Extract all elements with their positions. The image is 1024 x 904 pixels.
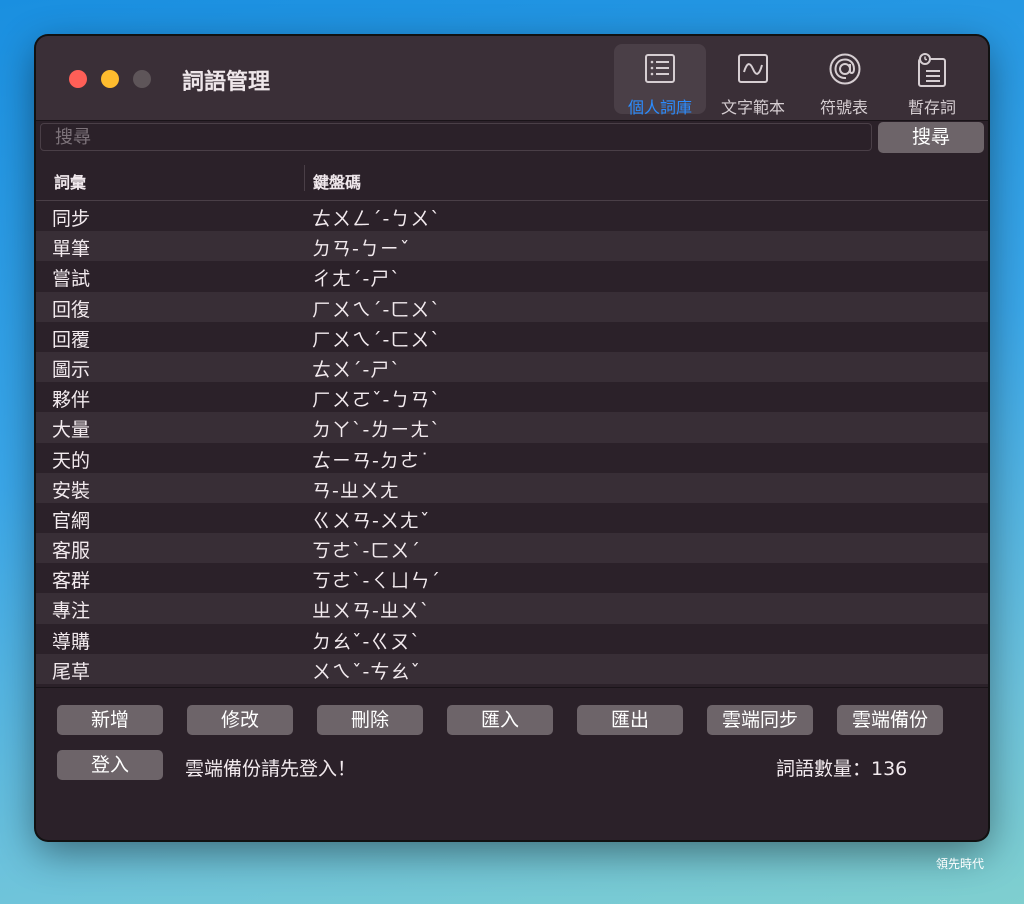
tab-label: 文字範本 bbox=[720, 98, 785, 117]
clipboard-clock-icon bbox=[918, 53, 946, 87]
word-cell: 單筆 bbox=[52, 238, 91, 261]
at-sign-icon bbox=[829, 53, 861, 85]
table-row[interactable]: 天的 ㄊㄧㄢ-ㄉㄜ˙ bbox=[36, 442, 988, 473]
zoom-window-button[interactable] bbox=[133, 70, 151, 88]
export-button[interactable]: 匯出 bbox=[577, 705, 683, 735]
table-row[interactable]: 嘗試 ㄔㄤˊ-ㄕˋ bbox=[36, 261, 988, 292]
keycode-cell: ㄊㄧㄢ-ㄉㄜ˙ bbox=[312, 449, 431, 472]
cloud-backup-button[interactable]: 雲端備份 bbox=[837, 705, 943, 735]
watermark-text: 領先時代 bbox=[936, 857, 985, 871]
word-cell: 客服 bbox=[52, 540, 91, 563]
tab-text-templates[interactable]: 文字範本 bbox=[707, 44, 799, 117]
import-button[interactable]: 匯入 bbox=[447, 705, 553, 735]
keycode-cell: ㄉㄚˋ-ㄌㄧㄤˋ bbox=[312, 419, 441, 442]
word-count: 詞語數量：136 bbox=[776, 758, 908, 780]
tab-personal-dictionary[interactable]: 個人詞庫 bbox=[614, 44, 706, 117]
word-cell: 尾草 bbox=[52, 660, 91, 683]
word-cell: 回覆 bbox=[52, 328, 91, 351]
table-row[interactable]: 客群 ㄎㄜˋ-ㄑㄩㄣˊ bbox=[36, 563, 988, 594]
tab-label: 符號表 bbox=[819, 98, 868, 117]
keycode-cell: ㄏㄨㄛˇ-ㄅㄢˋ bbox=[312, 389, 441, 412]
search-input[interactable] bbox=[40, 123, 872, 151]
keycode-cell: ㄨㄟˇ-ㄘㄠˇ bbox=[312, 660, 421, 683]
titlebar: 詞語管理 個人詞庫 文字範本 符號表 暫存詞 bbox=[36, 36, 988, 121]
table-row[interactable]: 客服 ㄎㄜˋ-ㄈㄨˊ bbox=[36, 533, 988, 564]
keycode-cell: ㄏㄨㄟˊ-ㄈㄨˋ bbox=[312, 328, 441, 351]
word-cell: 嘗試 bbox=[52, 268, 91, 291]
keycode-cell: ㄊㄨㄥˊ-ㄅㄨˋ bbox=[312, 208, 441, 230]
keycode-cell: ㄉㄠˇ-ㄍㄡˋ bbox=[312, 630, 421, 653]
keycode-cell: ㄎㄜˋ-ㄈㄨˊ bbox=[312, 540, 421, 563]
keycode-cell: ㄎㄜˋ-ㄑㄩㄣˊ bbox=[312, 570, 441, 593]
table-row[interactable]: 官網 ㄍㄨㄢ-ㄨㄤˇ bbox=[36, 502, 988, 534]
add-button[interactable]: 新增 bbox=[57, 705, 163, 735]
word-cell: 天的 bbox=[52, 449, 91, 472]
word-cell: 安裝 bbox=[52, 479, 91, 502]
keycode-cell: ㄍㄨㄢ-ㄨㄤˇ bbox=[312, 509, 431, 532]
waveform-icon bbox=[738, 54, 768, 83]
tab-temp-words[interactable]: 暫存詞 bbox=[886, 44, 978, 117]
table-row[interactable]: 夥伴 ㄏㄨㄛˇ-ㄅㄢˋ bbox=[36, 382, 988, 413]
edit-button[interactable]: 修改 bbox=[187, 705, 293, 735]
table-row[interactable]: 圖示 ㄊㄨˊ-ㄕˋ bbox=[36, 351, 988, 383]
window-title: 詞語管理 bbox=[182, 70, 271, 95]
minimize-window-button[interactable] bbox=[101, 70, 119, 88]
word-cell: 導購 bbox=[52, 630, 91, 653]
search-button[interactable]: 搜尋 bbox=[878, 122, 984, 153]
cloud-sync-button[interactable]: 雲端同步 bbox=[707, 705, 813, 735]
keycode-cell: ㄉㄢ-ㄅㄧˇ bbox=[312, 238, 411, 261]
word-cell: 客群 bbox=[52, 570, 91, 593]
keycode-cell: ㄏㄨㄟˊ-ㄈㄨˋ bbox=[312, 298, 441, 321]
login-button[interactable]: 登入 bbox=[57, 750, 163, 780]
table-row[interactable]: 同步 ㄊㄨㄥˊ-ㄅㄨˋ bbox=[36, 201, 988, 232]
column-divider[interactable] bbox=[304, 165, 305, 191]
table-row[interactable]: 單筆 ㄉㄢ-ㄅㄧˇ bbox=[36, 231, 988, 262]
word-cell: 大量 bbox=[52, 419, 91, 442]
table-row[interactable]: 尾草 ㄨㄟˇ-ㄘㄠˇ bbox=[36, 653, 988, 684]
word-cell: 專注 bbox=[52, 600, 91, 623]
table-header: 詞彙 鍵盤碼 bbox=[36, 157, 988, 201]
keycode-cell: ㄓㄨㄢ-ㄓㄨˋ bbox=[312, 600, 431, 623]
tab-symbol-table[interactable]: 符號表 bbox=[798, 44, 890, 117]
word-table: 詞彙 鍵盤碼 同步 ㄊㄨㄥˊ-ㄅㄨˋ 單筆 ㄉㄢ-ㄅㄧˇ 嘗試 ㄔㄤˊ-ㄕˋ 回復 ㄏㄨㄟˊ-… bbox=[36, 157, 988, 687]
bottom-panel: 新增 修改 刪除 匯入 匯出 雲端同步 雲端備份 登入 雲端備份請先登入！ 詞語… bbox=[36, 687, 988, 840]
word-cell: 夥伴 bbox=[52, 389, 91, 412]
table-body: 同步 ㄊㄨㄥˊ-ㄅㄨˋ 單筆 ㄉㄢ-ㄅㄧˇ 嘗試 ㄔㄤˊ-ㄕˋ 回復 ㄏㄨㄟˊ-ㄈㄨˋ 回覆 ㄏㄨ… bbox=[36, 201, 988, 687]
tab-label: 個人詞庫 bbox=[627, 98, 692, 117]
column-header-keycode[interactable]: 鍵盤碼 bbox=[313, 169, 361, 193]
table-row[interactable]: 回覆 ㄏㄨㄟˊ-ㄈㄨˋ bbox=[36, 321, 988, 352]
search-bar: 搜尋 bbox=[36, 121, 988, 155]
word-cell: 圖示 bbox=[52, 358, 91, 381]
tab-label: 暫存詞 bbox=[907, 98, 956, 117]
status-message: 雲端備份請先登入！ bbox=[185, 758, 357, 780]
close-window-button[interactable] bbox=[69, 70, 87, 88]
word-cell: 官網 bbox=[52, 509, 91, 532]
table-row[interactable]: 回復 ㄏㄨㄟˊ-ㄈㄨˋ bbox=[36, 291, 988, 322]
table-row[interactable]: 專注 ㄓㄨㄢ-ㄓㄨˋ bbox=[36, 593, 988, 624]
keycode-cell: ㄔㄤˊ-ㄕˋ bbox=[312, 268, 401, 291]
table-row[interactable]: 導購 ㄉㄠˇ-ㄍㄡˋ bbox=[36, 623, 988, 654]
table-row[interactable]: 大量 ㄉㄚˋ-ㄌㄧㄤˋ bbox=[36, 412, 988, 443]
word-cell: 同步 bbox=[52, 208, 91, 230]
word-manager-window: 詞語管理 個人詞庫 文字範本 符號表 暫存詞 搜尋 搜尋 詞彙 鍵盤碼 同步 ㄊ… bbox=[36, 36, 988, 840]
list-icon bbox=[645, 54, 675, 83]
keycode-cell: ㄢ-ㄓㄨㄤ bbox=[312, 479, 400, 502]
delete-button[interactable]: 刪除 bbox=[317, 705, 423, 735]
word-cell: 回復 bbox=[52, 298, 91, 321]
column-header-word[interactable]: 詞彙 bbox=[54, 169, 86, 193]
table-row[interactable]: 安裝 ㄢ-ㄓㄨㄤ bbox=[36, 472, 988, 503]
keycode-cell: ㄊㄨˊ-ㄕˋ bbox=[312, 358, 401, 381]
